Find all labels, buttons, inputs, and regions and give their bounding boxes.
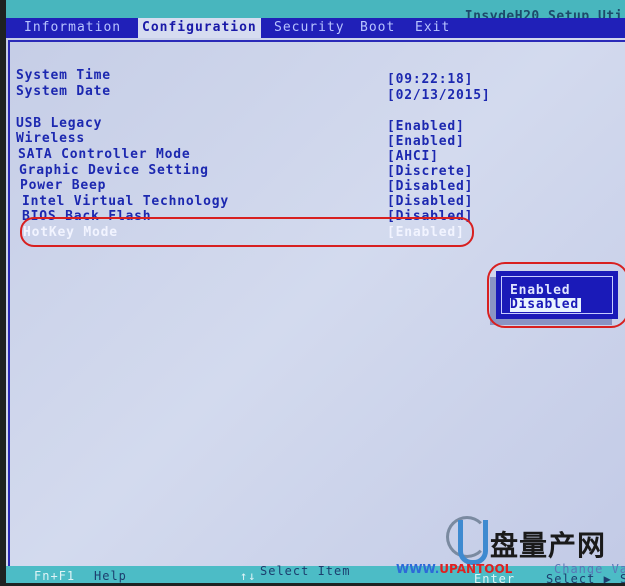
highlight-ring-popup	[487, 262, 625, 328]
footer-select-item-label: Select Item	[260, 564, 351, 578]
setting-system-time-value[interactable]: [09:22:18]	[387, 72, 473, 87]
footer-help-key: Fn+F1	[34, 569, 76, 583]
setting-intel-vt-value[interactable]: [Disabled]	[387, 194, 473, 209]
watermark-logo-u-icon	[458, 520, 488, 565]
footer-help-label: Help	[94, 569, 127, 583]
setting-graphic-device-value[interactable]: [Discrete]	[387, 164, 473, 179]
setting-sata-mode-value[interactable]: [AHCI]	[387, 149, 439, 164]
setting-system-time-label[interactable]: System Time	[16, 68, 111, 83]
setting-power-beep-value[interactable]: [Disabled]	[387, 179, 473, 194]
setting-usb-legacy-value[interactable]: [Enabled]	[387, 119, 465, 134]
setting-usb-legacy-label[interactable]: USB Legacy	[16, 116, 102, 131]
tab-boot[interactable]: Boot	[356, 18, 399, 38]
footer-enter-key: Enter	[474, 572, 516, 586]
footer-arrows-key: ↑↓	[240, 569, 257, 583]
tab-security[interactable]: Security	[270, 18, 349, 38]
tab-information[interactable]: Information	[20, 18, 125, 38]
highlight-ring-hotkey	[20, 217, 474, 247]
setting-system-date-value[interactable]: [02/13/2015]	[387, 88, 491, 103]
footer-select-sub-label: Select ▶ Su	[546, 572, 625, 586]
setting-graphic-device-label[interactable]: Graphic Device Setting	[19, 163, 209, 178]
setting-system-date-label[interactable]: System Date	[16, 84, 111, 99]
menu-bar: Information Configuration Security Boot …	[6, 18, 625, 38]
watermark-cn-text: 盘量产网	[490, 529, 607, 562]
setting-wireless-label[interactable]: Wireless	[16, 131, 85, 146]
bios-screen: InsydeH20 Setup Uti Information Configur…	[6, 0, 625, 586]
title-strip: InsydeH20 Setup Uti	[6, 0, 625, 24]
watermark: 盘量产网	[446, 512, 625, 566]
setting-wireless-value[interactable]: [Enabled]	[387, 134, 465, 149]
setting-intel-vt-label[interactable]: Intel Virtual Technology	[22, 194, 229, 209]
footer-bar: Fn+F1 Help ↑↓ Select Item WWW.UPANTOOL C…	[6, 562, 625, 586]
setting-sata-mode-label[interactable]: SATA Controller Mode	[18, 147, 191, 162]
tab-configuration[interactable]: Configuration	[138, 18, 261, 38]
tab-exit[interactable]: Exit	[411, 18, 454, 38]
watermark-www: WWW.	[396, 562, 440, 576]
setting-power-beep-label[interactable]: Power Beep	[20, 178, 106, 193]
